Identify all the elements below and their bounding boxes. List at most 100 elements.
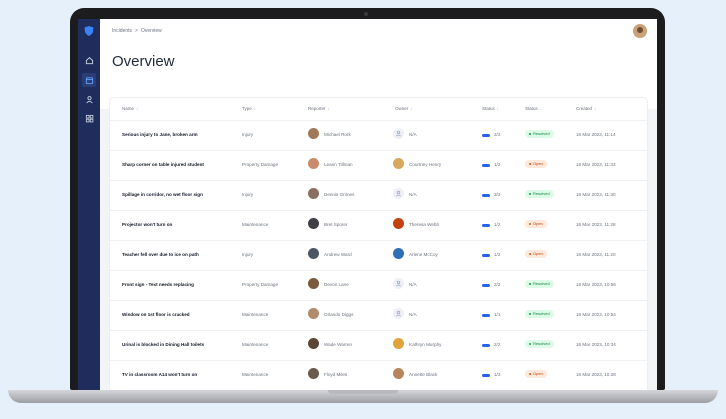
- incident-name[interactable]: TV in classroom A14 won't turn on: [122, 372, 197, 377]
- dashboard-icon[interactable]: [82, 73, 96, 87]
- created-date: 16 Mar 2023, 10:28: [576, 372, 616, 377]
- progress-count: 1/2: [494, 162, 501, 167]
- table-row[interactable]: Urinal is blocked in Dining Hall toilets…: [110, 331, 647, 361]
- reporter-name: Michael Rork: [324, 132, 351, 137]
- app-screen: Incidents > Overview Overview Name ↓ Type ↓ …: [78, 19, 657, 390]
- column-header-status[interactable]: Status ↓: [525, 106, 542, 111]
- home-icon[interactable]: [82, 53, 96, 67]
- incident-name[interactable]: Urinal is blocked in Dining Hall toilets: [122, 342, 204, 347]
- table-row[interactable]: Sharp corner on table injured student Pr…: [110, 151, 647, 181]
- breadcrumb-incidents[interactable]: Incidents: [112, 28, 132, 34]
- progress-count: 1/3: [494, 372, 501, 377]
- column-header-owner[interactable]: Owner ↓: [395, 106, 413, 111]
- incident-name[interactable]: Spillage in corridor, no wet floor sign: [122, 192, 203, 197]
- status-label: Resolved: [533, 131, 550, 136]
- owner-name: N/A: [409, 132, 417, 137]
- reporter-avatar: [308, 158, 319, 169]
- progress-bar: [482, 224, 490, 227]
- status-label: Resolved: [533, 191, 550, 196]
- status-badge: Open: [525, 160, 547, 168]
- main-content: Incidents > Overview Overview Name ↓ Type ↓ …: [100, 19, 657, 390]
- owner-name: Kathryn Murphy: [409, 342, 442, 347]
- status-dot-icon: [529, 372, 531, 375]
- progress-count: 2/3: [494, 132, 501, 137]
- owner-name: N/A: [409, 282, 417, 287]
- progress-count: 2/2: [494, 282, 501, 287]
- column-header-created[interactable]: Created ↓: [576, 106, 596, 111]
- incident-type: Property Damage: [242, 282, 279, 287]
- incident-name[interactable]: Window on 1st floor is cracked: [122, 312, 190, 317]
- status-badge: Open: [525, 370, 547, 378]
- sort-arrow-icon: ↓: [327, 106, 330, 111]
- owner-name: Theresa Webb: [409, 222, 440, 227]
- created-date: 16 Mar 2023, 11:28: [576, 222, 616, 227]
- status-badge: Resolved: [525, 280, 554, 288]
- reporter-avatar: [308, 338, 319, 349]
- incident-type: Injury: [242, 132, 254, 137]
- status-label: Resolved: [533, 311, 550, 316]
- status-label: Resolved: [533, 281, 550, 286]
- incident-type: Maintenance: [242, 372, 269, 377]
- status-badge: Open: [525, 250, 547, 258]
- reporter-name: Orlando Diggs: [324, 312, 354, 317]
- incident-name[interactable]: Sharp corner on table injured student: [122, 162, 204, 167]
- laptop-bezel: Incidents > Overview Overview Name ↓ Type ↓ …: [70, 8, 665, 390]
- status-dot-icon: [529, 132, 531, 135]
- owner-avatar: [393, 158, 404, 169]
- page-title: Overview: [112, 53, 175, 70]
- table-row[interactable]: Window on 1st floor is cracked Maintenan…: [110, 301, 647, 331]
- sort-arrow-icon: ↓: [253, 106, 257, 111]
- top-bar: Incidents > Overview: [100, 19, 657, 44]
- progress-count: 2/2: [494, 342, 501, 347]
- table-row[interactable]: Projector won't turn on Maintenance Bret…: [110, 211, 647, 241]
- laptop-notch: [328, 390, 398, 394]
- owner-name: N/A: [409, 192, 417, 197]
- table-body: Serious injury to Jane, broken arm Injur…: [110, 121, 647, 390]
- camera: [364, 12, 368, 16]
- created-date: 16 Mar 2023, 10:56: [576, 282, 616, 287]
- column-header-type[interactable]: Type ↓: [242, 106, 256, 111]
- created-date: 16 Mar 2023, 11:14: [576, 132, 616, 137]
- incident-name[interactable]: Projector won't turn on: [122, 222, 172, 227]
- status-dot-icon: [529, 162, 531, 165]
- incident-name[interactable]: Serious injury to Jane, broken arm: [122, 132, 198, 137]
- table-row[interactable]: Front sign - Text needs replacing Proper…: [110, 271, 647, 301]
- grid-icon[interactable]: [82, 111, 96, 125]
- users-icon[interactable]: [82, 92, 96, 106]
- incident-name[interactable]: Front sign - Text needs replacing: [122, 282, 194, 287]
- no-owner-icon: [393, 188, 404, 199]
- reporter-avatar: [308, 188, 319, 199]
- created-date: 16 Mar 2023, 11:33: [576, 162, 616, 167]
- table-row[interactable]: Serious injury to Jane, broken arm Injur…: [110, 121, 647, 151]
- user-avatar[interactable]: [633, 24, 647, 38]
- owner-avatar: [393, 368, 404, 379]
- progress-bar: [482, 344, 490, 347]
- reporter-avatar: [308, 368, 319, 379]
- table-row[interactable]: TV in classroom A14 won't turn on Mainte…: [110, 361, 647, 390]
- reporter-name: Andrew Ward: [324, 252, 352, 257]
- progress-bar: [482, 314, 490, 317]
- sidebar: [78, 19, 100, 390]
- owner-name: Courtney Henry: [409, 162, 442, 167]
- reporter-name: Bret Sporer: [324, 222, 348, 227]
- column-header-name[interactable]: Name ↓: [122, 106, 138, 111]
- table-row[interactable]: Teacher fell over due to ice on path Inj…: [110, 241, 647, 271]
- sort-arrow-icon: ↓: [136, 106, 139, 111]
- incidents-table: Name ↓ Type ↓ Reporter ↓ Owner ↓ Status ↓ Sta…: [110, 98, 647, 390]
- reporter-name: Leann Tillman: [324, 162, 353, 167]
- status-label: Open: [533, 251, 543, 256]
- reporter-avatar: [308, 218, 319, 229]
- breadcrumb: Incidents > Overview: [112, 28, 165, 34]
- status-dot-icon: [529, 192, 531, 195]
- incident-type: Maintenance: [242, 342, 269, 347]
- sort-arrow-icon: ↓: [594, 106, 597, 111]
- incident-type: Property Damage: [242, 162, 279, 167]
- incident-type: Maintenance: [242, 312, 269, 317]
- status-label: Resolved: [533, 341, 550, 346]
- incident-name[interactable]: Teacher fell over due to ice on path: [122, 252, 199, 257]
- reporter-name: Floyd Miles: [324, 372, 348, 377]
- column-header-progress[interactable]: Status ↓: [482, 106, 499, 111]
- table-row[interactable]: Spillage in corridor, no wet floor sign …: [110, 181, 647, 211]
- column-header-reporter[interactable]: Reporter ↓: [308, 106, 330, 111]
- reporter-avatar: [308, 248, 319, 259]
